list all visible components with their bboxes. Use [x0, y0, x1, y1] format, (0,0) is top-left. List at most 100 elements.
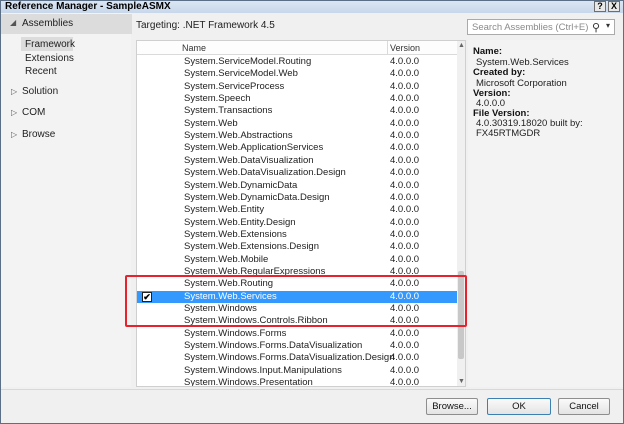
checkbox-checked-icon[interactable]: ✔ [142, 291, 152, 302]
assembly-name: System.Web.Extensions [184, 228, 287, 240]
collapse-arrow-icon: ◢ [10, 18, 17, 27]
table-row[interactable]: System.ServiceModel.Routing 4.0.0.0 [137, 56, 457, 68]
table-row[interactable]: System.Web.ApplicationServices 4.0.0.0 [137, 142, 457, 154]
nav-item-com[interactable]: COM [22, 107, 45, 118]
assembly-version: 4.0.0.0 [390, 241, 420, 253]
table-row[interactable]: System.Windows.Controls.Ribbon 4.0.0.0 [137, 315, 457, 327]
title-bar: Reference Manager - SampleASMX ? X [1, 1, 623, 13]
assembly-version: 4.0.0.0 [390, 167, 420, 179]
search-dropdown-icon[interactable]: ▾ [606, 21, 610, 30]
assembly-name: System.Web.Routing [184, 278, 274, 290]
assembly-name: System.Windows.Forms [184, 327, 287, 339]
assembly-version: 4.0.0.0 [390, 377, 420, 387]
search-placeholder: Search Assemblies (Ctrl+E) [472, 22, 589, 33]
assembly-name: System.Transactions [184, 105, 273, 117]
expand-arrow-icon[interactable]: ▷ [11, 108, 17, 117]
assembly-name: System.Web.Entity [184, 204, 265, 216]
nav-item-framework[interactable]: Framework [25, 39, 75, 50]
assembly-name: System.Web.Entity.Design [184, 216, 296, 228]
nav-item-browse[interactable]: Browse [22, 129, 55, 140]
assembly-name: System.Web.DataVisualization [184, 154, 314, 166]
list-vertical-scrollbar[interactable]: ▲ ▼ [457, 41, 465, 386]
assembly-version: 4.0.0.0 [390, 340, 420, 352]
table-row[interactable]: System.Web.Extensions 4.0.0.0 [137, 229, 457, 241]
assembly-version: 4.0.0.0 [390, 93, 420, 105]
table-row[interactable]: System.Web.RegularExpressions 4.0.0.0 [137, 266, 457, 278]
assembly-name: System.Web.DynamicData.Design [184, 191, 330, 203]
table-row[interactable]: System.Web.DynamicData.Design 4.0.0.0 [137, 192, 457, 204]
detail-name-label: Name: [473, 46, 503, 57]
column-header-name[interactable]: Name [182, 43, 206, 53]
assembly-name: System.Windows.Input.Manipulations [184, 364, 342, 376]
assembly-version: 4.0.0.0 [390, 154, 420, 166]
table-row[interactable]: System.Web 4.0.0.0 [137, 118, 457, 130]
search-icon[interactable]: ⚲ [592, 21, 600, 34]
close-button[interactable]: X [608, 1, 620, 12]
assembly-name: System.Web.Services [184, 290, 277, 302]
assembly-name: System.Web.Extensions.Design [184, 241, 319, 253]
help-button[interactable]: ? [594, 1, 606, 12]
detail-created-label: Created by: [473, 67, 526, 78]
nav-item-recent[interactable]: Recent [25, 66, 57, 77]
ok-button[interactable]: OK [487, 398, 551, 415]
assembly-version: 4.0.0.0 [390, 80, 420, 92]
table-row[interactable]: System.Transactions 4.0.0.0 [137, 105, 457, 117]
assembly-version: 4.0.0.0 [390, 228, 420, 240]
scroll-up-icon[interactable]: ▲ [457, 41, 465, 50]
column-divider[interactable] [387, 41, 388, 55]
column-header-version[interactable]: Version [390, 43, 420, 53]
expand-arrow-icon[interactable]: ▷ [11, 87, 17, 96]
table-row[interactable]: System.Windows.Input.Manipulations 4.0.0.… [137, 365, 457, 377]
table-row[interactable]: System.Speech 4.0.0.0 [137, 93, 457, 105]
assembly-version: 4.0.0.0 [390, 68, 420, 80]
assembly-name: System.Web.Mobile [184, 253, 269, 265]
detail-file-version-build: FX45RTMGDR [476, 128, 541, 139]
assembly-name: System.ServiceProcess [184, 80, 285, 92]
assembly-name: System.Windows [184, 303, 257, 314]
table-row[interactable]: System.Web.Extensions.Design 4.0.0.0 [137, 241, 457, 253]
browse-button[interactable]: Browse... [426, 398, 478, 415]
table-row[interactable]: System.Windows 4.0.0.0 [137, 303, 457, 315]
table-row[interactable]: System.Web.DynamicData 4.0.0.0 [137, 180, 457, 192]
table-row[interactable]: System.ServiceProcess 4.0.0.0 [137, 81, 457, 93]
table-row[interactable]: System.Web.Routing 4.0.0.0 [137, 278, 457, 290]
assembly-version: 4.0.0.0 [390, 216, 420, 228]
assembly-name: System.Windows.Controls.Ribbon [184, 315, 328, 327]
table-row[interactable]: System.Windows.Forms.DataVisualization 4.… [137, 340, 457, 352]
assembly-name: System.Windows.Forms.DataVisualization [184, 340, 363, 352]
assembly-version: 4.0.0.0 [390, 56, 420, 67]
assembly-name: System.Web [184, 117, 238, 129]
table-row[interactable]: System.Windows.Forms 4.0.0.0 [137, 328, 457, 340]
assembly-name: System.Web.ApplicationServices [184, 142, 324, 154]
table-row[interactable]: ✔ System.Web.Services 4.0.0.0 [137, 290, 457, 304]
assembly-name: System.Speech [184, 93, 251, 105]
assembly-version: 4.0.0.0 [390, 130, 420, 142]
table-row[interactable]: System.Web.Entity 4.0.0.0 [137, 204, 457, 216]
assembly-version: 4.0.0.0 [390, 117, 420, 129]
scrollbar-thumb[interactable] [458, 271, 464, 359]
targeting-label: Targeting: .NET Framework 4.5 [136, 20, 275, 31]
table-row[interactable]: System.Windows.Forms.DataVisualization.D… [137, 352, 457, 364]
left-navigation: ◢ Assemblies Framework Extensions Recent… [1, 13, 132, 387]
nav-item-extensions[interactable]: Extensions [25, 53, 74, 64]
search-input[interactable]: Search Assemblies (Ctrl+E) ⚲ ▾ [467, 19, 615, 35]
expand-arrow-icon[interactable]: ▷ [11, 130, 17, 139]
assembly-version: 4.0.0.0 [390, 191, 420, 203]
list-header: Name Version [137, 41, 457, 55]
table-row[interactable]: System.ServiceModel.Web 4.0.0.0 [137, 68, 457, 80]
nav-assemblies-header[interactable]: ◢ Assemblies [1, 14, 132, 34]
assembly-name: System.Web.RegularExpressions [184, 265, 326, 277]
cancel-button[interactable]: Cancel [558, 398, 610, 415]
table-row[interactable]: System.Windows.Presentation 4.0.0.0 [137, 377, 457, 387]
table-row[interactable]: System.Web.DataVisualization.Design 4.0.0… [137, 167, 457, 179]
scroll-down-icon[interactable]: ▼ [457, 377, 465, 386]
table-row[interactable]: System.Web.Abstractions 4.0.0.0 [137, 130, 457, 142]
assembly-name: System.Web.DataVisualization.Design [184, 167, 346, 179]
assembly-version: 4.0.0.0 [390, 204, 420, 216]
table-row[interactable]: System.Web.Mobile 4.0.0.0 [137, 254, 457, 266]
table-row[interactable]: System.Web.Entity.Design 4.0.0.0 [137, 217, 457, 229]
assembly-version: 4.0.0.0 [390, 179, 420, 191]
nav-item-solution[interactable]: Solution [22, 86, 58, 97]
table-row[interactable]: System.Web.DataVisualization 4.0.0.0 [137, 155, 457, 167]
assembly-version: 4.0.0.0 [390, 265, 420, 277]
